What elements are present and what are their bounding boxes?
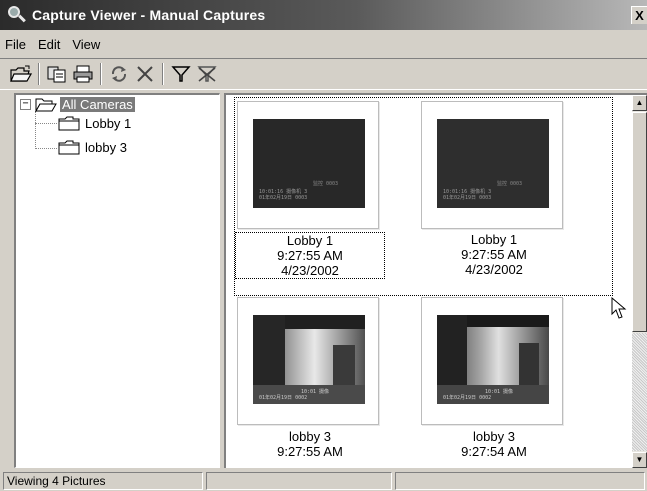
toolbar — [0, 58, 647, 90]
caption-date: 4/23/2002 — [465, 262, 523, 277]
toolbar-separator — [162, 63, 164, 85]
tree-item-label: All Cameras — [60, 97, 135, 112]
menu-file[interactable]: File — [0, 37, 32, 52]
svg-text:01年02月19日 0003: 01年02月19日 0003 — [259, 194, 307, 201]
thumbnail-frame[interactable]: 监控 0003 10:01:16 摄像机 3 01年02月19日 0003 — [421, 101, 563, 229]
tree-connector — [35, 148, 57, 149]
thumbnail-caption[interactable]: Lobby 1 9:27:55 AM 4/23/2002 — [235, 232, 385, 279]
status-bar: Viewing 4 Pictures — [0, 471, 647, 491]
menu-bar: File Edit View — [0, 32, 647, 56]
window-title: Capture Viewer - Manual Captures — [32, 7, 266, 23]
title-bar: Capture Viewer - Manual Captures X — [0, 0, 647, 30]
caption-time: 9:27:55 AM — [277, 248, 343, 263]
close-button[interactable]: X — [631, 6, 647, 24]
svg-text:01年02月19日 0002: 01年02月19日 0002 — [443, 394, 491, 401]
thumbnail-frame[interactable]: 10:01 摄像 01年02月19日 0002 — [421, 297, 563, 425]
mouse-cursor-icon — [611, 297, 627, 319]
tree-item-label: lobby 3 — [85, 140, 127, 155]
caption-time: 9:27:55 AM — [277, 444, 343, 459]
capture-image: 10:01 摄像 01年02月19日 0002 — [437, 315, 549, 404]
caption-time: 9:27:54 AM — [461, 444, 527, 459]
tree-item-lobby-3[interactable]: lobby 3 — [58, 140, 129, 155]
svg-text:10:01:16 摄像机 3: 10:01:16 摄像机 3 — [259, 188, 307, 195]
collapse-toggle[interactable]: − — [20, 99, 31, 110]
caption-time: 9:27:55 AM — [461, 247, 527, 262]
tree-item-lobby-1[interactable]: Lobby 1 — [58, 116, 133, 131]
caption-camera: Lobby 1 — [286, 233, 334, 248]
scroll-thumb[interactable] — [632, 112, 647, 332]
copy-icon[interactable] — [44, 61, 70, 87]
tree-item-all-cameras[interactable]: − All Cameras — [20, 97, 135, 112]
print-icon[interactable] — [70, 61, 96, 87]
menu-view[interactable]: View — [66, 37, 106, 52]
filter-icon[interactable] — [168, 61, 194, 87]
svg-text:10:01 摄像: 10:01 摄像 — [485, 388, 513, 395]
caption-camera: Lobby 1 — [470, 232, 518, 247]
toolbar-separator — [100, 63, 102, 85]
camera-tree[interactable]: − All Cameras Lobby 1 lobby 3 — [14, 93, 220, 468]
capture-image: 监控 0003 10:01:16 摄像机 3 01年02月19日 0003 — [437, 119, 549, 208]
toolbar-separator — [38, 63, 40, 85]
folder-icon — [58, 116, 80, 131]
capture-image: 监控 0003 10:01:16 摄像机 3 01年02月19日 0003 — [253, 119, 365, 208]
svg-text:10:01:16 摄像机 3: 10:01:16 摄像机 3 — [443, 188, 491, 195]
thumbnail-frame[interactable]: 10:01 摄像 01年02月19日 0002 — [237, 297, 379, 425]
tree-connector — [35, 111, 36, 149]
svg-text:监控 0003: 监控 0003 — [313, 180, 338, 187]
thumbnail-frame[interactable]: 监控 0003 10:01:16 摄像机 3 01年02月19日 0003 — [237, 101, 379, 229]
open-icon[interactable] — [8, 61, 34, 87]
status-panel — [395, 472, 645, 490]
folder-icon — [58, 140, 80, 155]
scroll-track[interactable] — [632, 333, 647, 451]
tree-connector — [35, 123, 57, 124]
open-folder-icon — [35, 98, 57, 112]
refresh-icon[interactable] — [106, 61, 132, 87]
status-panel — [206, 472, 392, 490]
delete-icon[interactable] — [132, 61, 158, 87]
menu-edit[interactable]: Edit — [32, 37, 66, 52]
thumbnail-caption[interactable]: Lobby 1 9:27:55 AM 4/23/2002 — [419, 232, 569, 277]
status-text: Viewing 4 Pictures — [3, 472, 203, 490]
vertical-scrollbar[interactable]: ▲ ▼ — [632, 95, 647, 468]
scroll-down-button[interactable]: ▼ — [632, 452, 647, 468]
thumbnail-view[interactable]: 监控 0003 10:01:16 摄像机 3 01年02月19日 0003 Lo… — [224, 93, 647, 468]
caption-camera: lobby 3 — [473, 429, 515, 444]
scroll-up-button[interactable]: ▲ — [632, 95, 647, 111]
clear-filter-icon[interactable] — [194, 61, 220, 87]
svg-text:10:01 摄像: 10:01 摄像 — [301, 388, 329, 395]
tree-item-label: Lobby 1 — [85, 116, 132, 131]
svg-text:01年02月19日 0002: 01年02月19日 0002 — [259, 394, 307, 401]
caption-date: 4/23/2002 — [281, 263, 339, 278]
svg-text:01年02月19日 0003: 01年02月19日 0003 — [443, 194, 491, 201]
caption-camera: lobby 3 — [289, 429, 331, 444]
thumbnail-caption[interactable]: lobby 3 9:27:54 AM — [419, 429, 569, 459]
magnifier-icon — [6, 4, 28, 26]
thumbnail-caption[interactable]: lobby 3 9:27:55 AM — [235, 429, 385, 459]
capture-image: 10:01 摄像 01年02月19日 0002 — [253, 315, 365, 404]
svg-text:监控 0003: 监控 0003 — [497, 180, 522, 187]
